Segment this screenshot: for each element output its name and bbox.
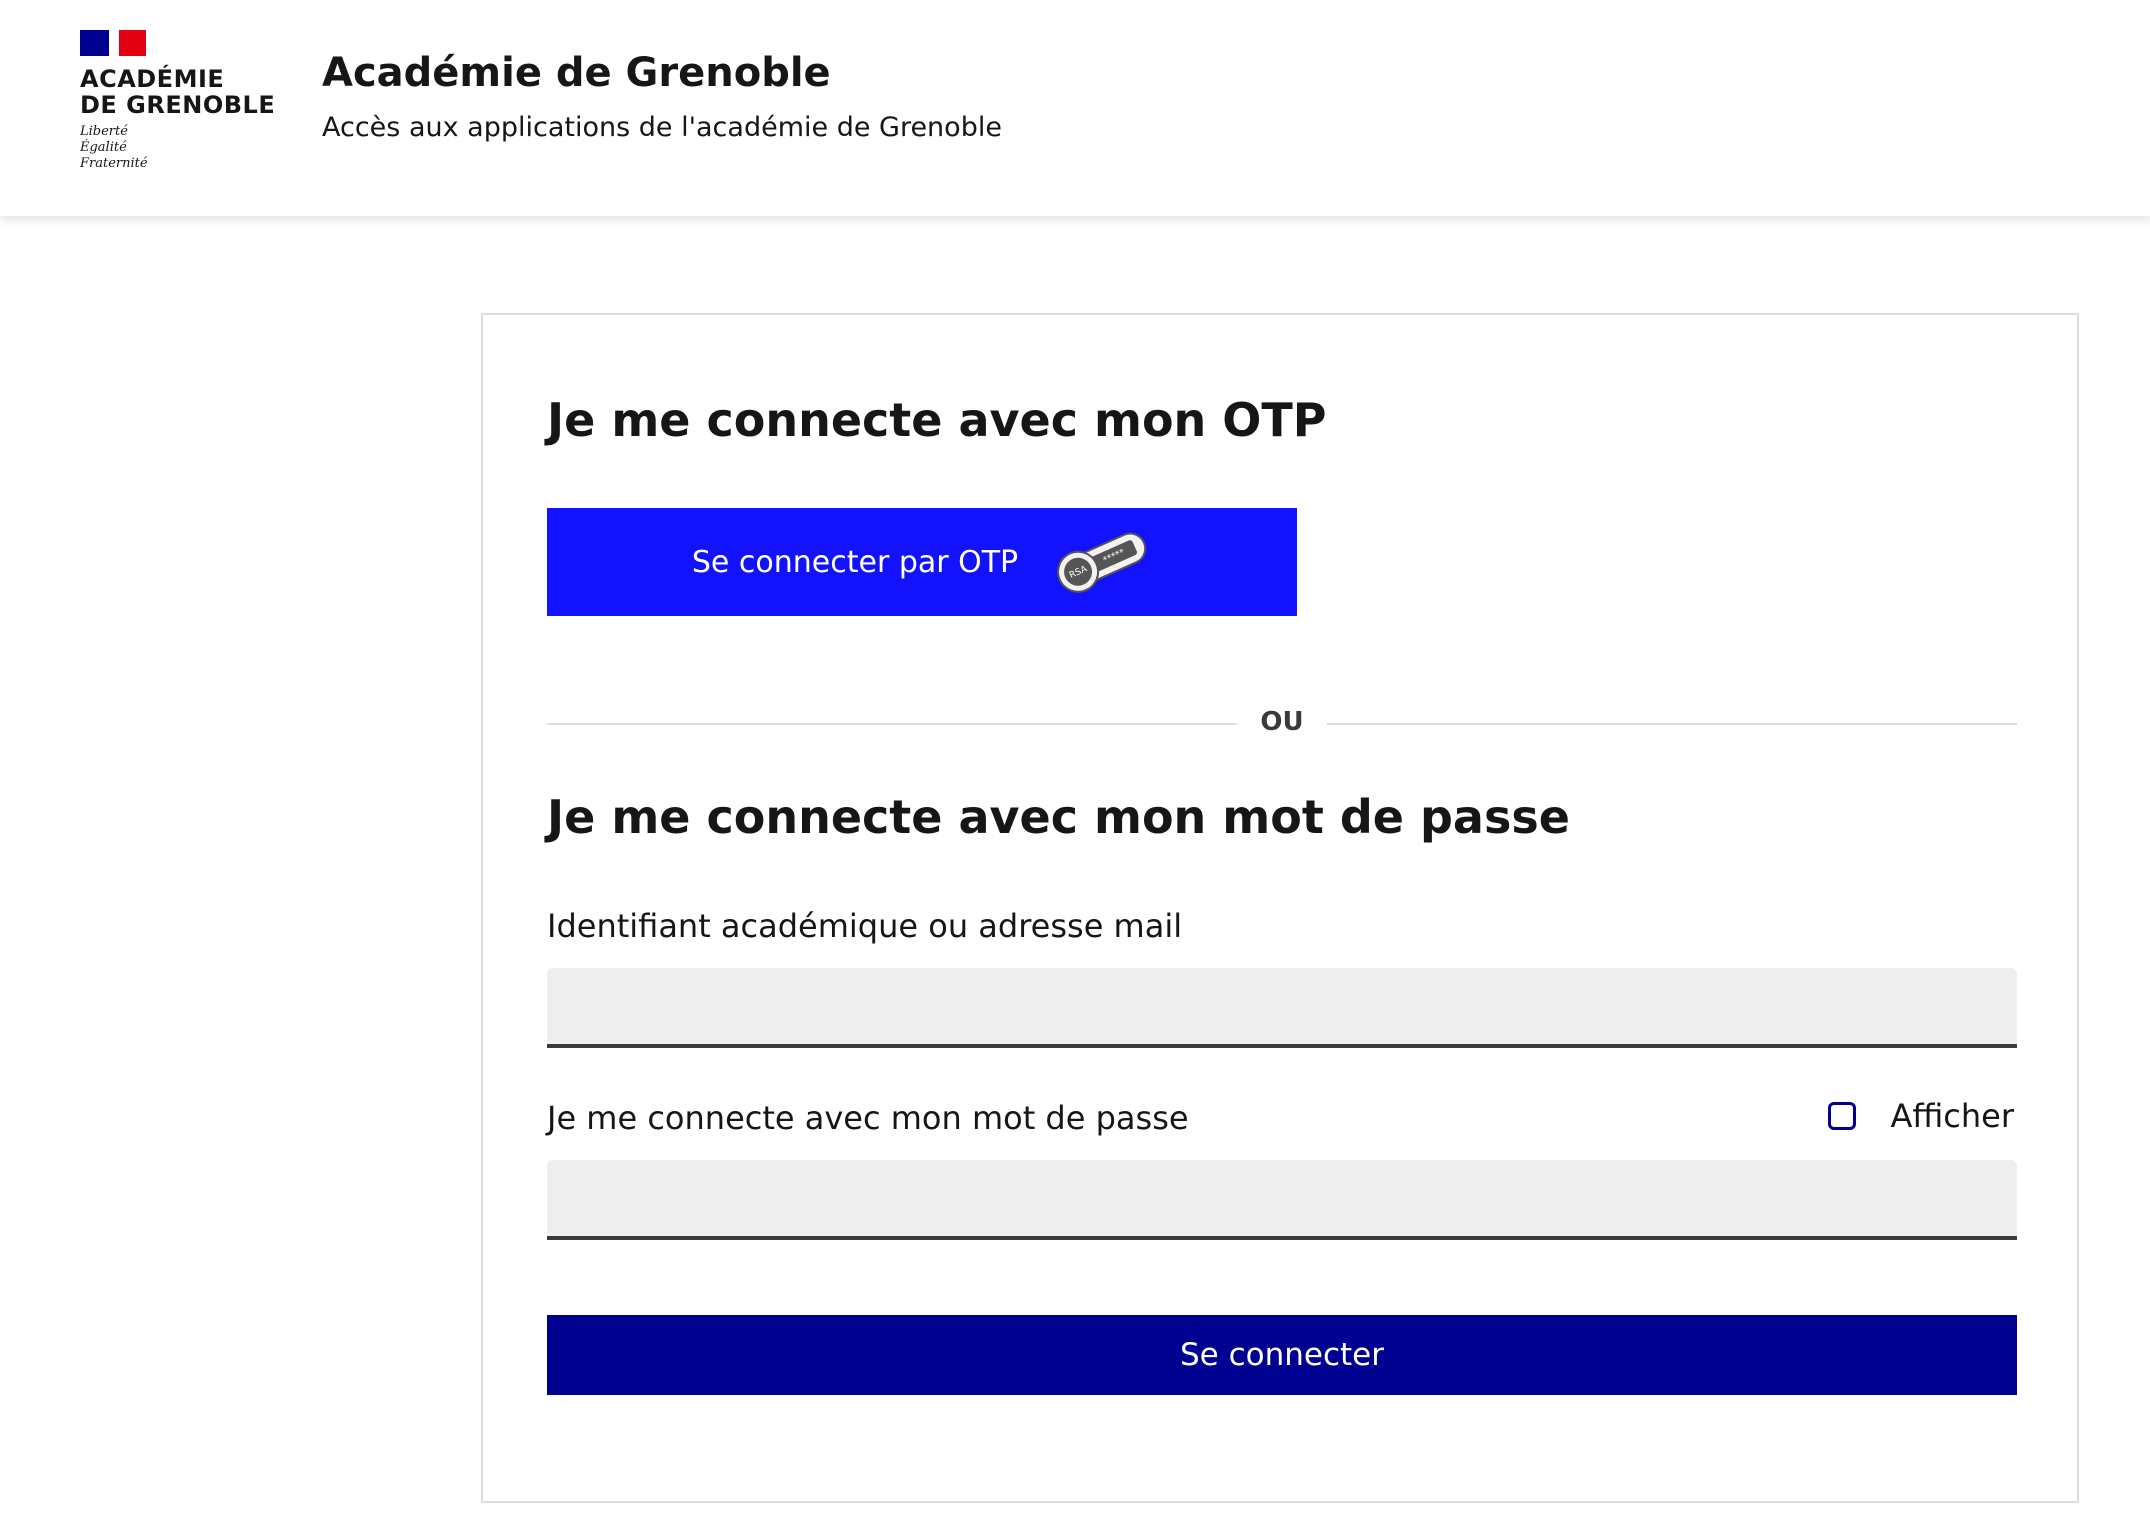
motto-fraternite: Fraternité [80, 156, 148, 171]
divider-text: OU [1260, 707, 1304, 737]
rsa-token-icon: ***** RSA [1057, 532, 1147, 593]
site-title[interactable]: Académie de Grenoble [322, 50, 831, 96]
password-input[interactable] [547, 1160, 2017, 1240]
academie-logo[interactable]: ACADÉMIE DE GRENOBLE Liberté Égalité Fra… [80, 30, 280, 180]
show-password-toggle[interactable]: Afficher [1828, 1097, 2014, 1135]
site-subtitle: Accès aux applications de l'académie de … [322, 112, 1002, 143]
site-header: ACADÉMIE DE GRENOBLE Liberté Égalité Fra… [0, 0, 2150, 216]
motto-egalite: Égalité [80, 140, 127, 155]
logo-name-line1: ACADÉMIE [80, 65, 225, 93]
otp-heading: Je me connecte avec mon OTP [547, 393, 1327, 447]
otp-login-button[interactable]: Se connecter par OTP ***** RSA [547, 508, 1297, 616]
or-divider: OU [547, 703, 2017, 743]
divider-line-right [1327, 723, 2017, 725]
login-card: Je me connecte avec mon OTP Se connecter… [481, 313, 2079, 1503]
show-password-label: Afficher [1890, 1097, 2014, 1135]
logo-name-line2: DE GRENOBLE [80, 91, 276, 119]
show-password-checkbox[interactable] [1828, 1102, 1857, 1130]
motto-liberte: Liberté [80, 124, 128, 139]
otp-button-label: Se connecter par OTP [691, 544, 1019, 580]
logo-name: ACADÉMIE DE GRENOBLE [80, 66, 280, 118]
logo-motto: Liberté Égalité Fraternité [80, 124, 280, 172]
divider-line-left [547, 723, 1237, 725]
password-label: Je me connecte avec mon mot de passe [547, 1099, 1189, 1137]
submit-login-button[interactable]: Se connecter [547, 1315, 2017, 1395]
submit-button-label: Se connecter [1180, 1337, 1384, 1373]
identifier-label: Identifiant académique ou adresse mail [547, 907, 1183, 945]
password-heading: Je me connecte avec mon mot de passe [547, 790, 1570, 844]
identifier-input[interactable] [547, 968, 2017, 1048]
french-flag-icon [80, 30, 146, 56]
